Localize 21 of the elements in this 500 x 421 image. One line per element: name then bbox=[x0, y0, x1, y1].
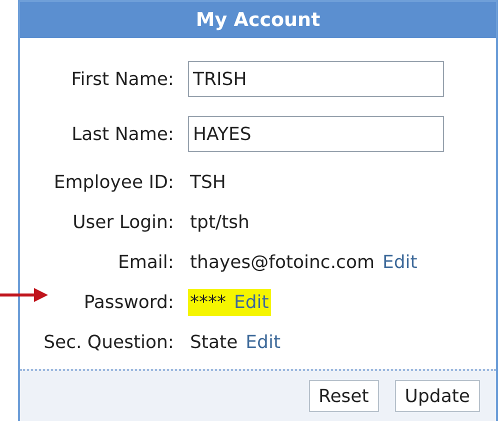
field-value: tpt/tsh bbox=[190, 210, 250, 234]
form-button[interactable]: Update bbox=[394, 380, 480, 412]
field-label: First Name: bbox=[71, 68, 174, 92]
panel-title: My Account bbox=[20, 2, 496, 38]
field-label: Employee ID: bbox=[54, 170, 174, 194]
field-label: Last Name: bbox=[72, 122, 174, 146]
field-value: State bbox=[190, 330, 238, 354]
field-label: Password: bbox=[84, 290, 174, 314]
field-label: Email: bbox=[118, 250, 174, 274]
form-button[interactable]: Reset bbox=[308, 380, 379, 412]
arrow-icon bbox=[0, 288, 48, 302]
field-value: TSH bbox=[190, 170, 226, 194]
input-field[interactable]: TRISH bbox=[188, 61, 444, 97]
edit-link[interactable]: Edit bbox=[234, 288, 269, 316]
field-label: User Login: bbox=[72, 210, 174, 234]
field-value: **** bbox=[190, 290, 226, 314]
input-field[interactable]: HAYES bbox=[188, 116, 444, 152]
edit-link[interactable]: Edit bbox=[246, 328, 281, 356]
field-value: thayes@fotoinc.com bbox=[190, 250, 374, 274]
field-label: Sec. Question: bbox=[44, 330, 174, 354]
edit-link[interactable]: Edit bbox=[382, 248, 418, 276]
